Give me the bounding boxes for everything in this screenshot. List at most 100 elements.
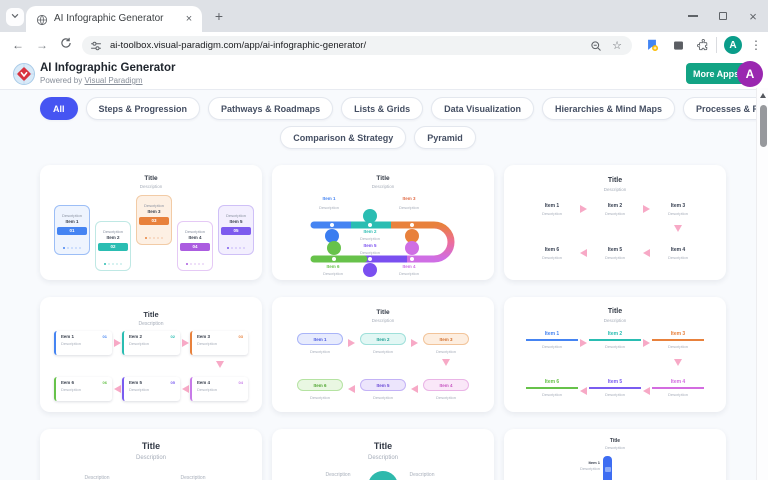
item-desc: Description bbox=[353, 395, 413, 400]
forward-button[interactable]: → bbox=[32, 35, 52, 55]
snake-mini-card: Item 303Description bbox=[190, 331, 248, 355]
item-desc: Description bbox=[564, 466, 600, 471]
item-desc: Description bbox=[290, 349, 350, 354]
station-label: Item 1 bbox=[55, 219, 89, 224]
snake-item: Item 2Description bbox=[353, 333, 413, 354]
window-minimize-button[interactable] bbox=[681, 4, 705, 28]
template-card-pill-snake[interactable]: Title Description Item 1Description Item… bbox=[272, 297, 494, 412]
tab-close-icon[interactable]: × bbox=[182, 12, 196, 26]
template-card-clipped-left[interactable]: Title Description Description Descriptio… bbox=[40, 429, 262, 480]
snake-item: Item 4Description bbox=[648, 379, 708, 397]
item-underline bbox=[589, 387, 641, 389]
template-card-zigzag-timeline[interactable]: Title Description Description Item 1 01 … bbox=[40, 165, 262, 280]
browser-toolbar: ← → ai-toolbox.visual-paradigm.com/app/a… bbox=[0, 32, 768, 58]
filter-all[interactable]: All bbox=[40, 97, 78, 120]
browser-tab-active[interactable]: AI Infographic Generator × bbox=[26, 6, 202, 32]
item-pill: Item 4 bbox=[423, 379, 469, 391]
station-number: 01 bbox=[57, 227, 87, 235]
item-desc: Description bbox=[522, 344, 582, 349]
filter-steps-progression[interactable]: Steps & Progression bbox=[86, 97, 201, 120]
template-card-underline-snake[interactable]: Title Description Item 1Description Item… bbox=[504, 297, 726, 412]
item-label: Item 2 bbox=[585, 203, 645, 209]
snake-item: Item 3Description bbox=[416, 333, 476, 354]
window-maximize-button[interactable] bbox=[711, 4, 735, 28]
card-description: Description bbox=[40, 455, 262, 461]
app-header: AI Infographic Generator Powered by Visu… bbox=[0, 58, 768, 90]
url-text: ai-toolbox.visual-paradigm.com/app/ai-in… bbox=[110, 40, 366, 51]
card-title: Title bbox=[504, 438, 726, 444]
browser-menu-icon[interactable]: ⋮ bbox=[747, 35, 765, 55]
site-settings-icon[interactable] bbox=[90, 40, 102, 52]
item-desc: Description bbox=[56, 339, 112, 346]
item-label: Item 6 bbox=[522, 379, 582, 385]
station-label: Item 4 bbox=[178, 235, 212, 240]
filter-lists-grids[interactable]: Lists & Grids bbox=[341, 97, 423, 120]
card-description: Description bbox=[40, 321, 262, 327]
scrollbar-thumb[interactable] bbox=[760, 105, 767, 147]
zoom-out-icon[interactable] bbox=[590, 40, 602, 52]
visual-paradigm-logo bbox=[12, 62, 36, 91]
item-label: Item 5 bbox=[129, 380, 142, 385]
snake-item: Item 1Description bbox=[522, 203, 582, 216]
item-desc: Description bbox=[585, 344, 645, 349]
filter-row-2: Comparison & Strategy Pyramid bbox=[0, 126, 756, 149]
item-underline bbox=[526, 339, 578, 341]
bar-badge bbox=[605, 467, 611, 472]
new-tab-button[interactable]: + bbox=[210, 7, 228, 25]
dark-extension-icon[interactable] bbox=[668, 35, 688, 55]
tab-search-chevron-button[interactable] bbox=[6, 8, 24, 26]
card-description: Description bbox=[40, 184, 262, 189]
card-description: Description bbox=[504, 318, 726, 323]
station-number: 03 bbox=[139, 217, 169, 225]
item-desc: Description bbox=[648, 344, 708, 349]
template-card-card-snake[interactable]: Title Description Item 101Description It… bbox=[40, 297, 262, 412]
station-number: 04 bbox=[180, 243, 210, 251]
item-pill: Item 5 bbox=[360, 379, 406, 391]
item-desc: Description bbox=[416, 395, 476, 400]
snake-item: Item 3Description bbox=[648, 331, 708, 349]
bookmark-star-icon[interactable]: ☆ bbox=[612, 39, 622, 52]
item-label: Item 1 bbox=[564, 460, 600, 465]
bookmark-colored-extension-icon[interactable] bbox=[642, 35, 662, 55]
extensions-puzzle-icon[interactable] bbox=[693, 35, 713, 55]
filter-comparison-strategy[interactable]: Comparison & Strategy bbox=[280, 126, 406, 149]
arrow-left-icon bbox=[182, 385, 189, 393]
browser-profile-avatar[interactable]: A bbox=[724, 36, 742, 54]
item-label: Item 3 bbox=[648, 203, 708, 209]
roadmap-item-desc: Description bbox=[360, 236, 380, 241]
item-label: Item 5 bbox=[585, 247, 645, 253]
user-avatar[interactable]: A bbox=[737, 61, 763, 87]
template-card-clipped-right[interactable]: Title Description Item 1 Description bbox=[504, 429, 726, 480]
window-close-button[interactable]: × bbox=[741, 4, 765, 28]
reload-button[interactable] bbox=[56, 35, 76, 55]
template-card-clipped-center[interactable]: Title Description Description Descriptio… bbox=[272, 429, 494, 480]
item-desc: Description bbox=[397, 472, 447, 478]
timeline-station: Description Item 1 01 bbox=[54, 205, 90, 255]
template-card-text-snake[interactable]: Title Description Item 1Description Item… bbox=[504, 165, 726, 280]
card-description: Description bbox=[272, 455, 494, 461]
station-dots bbox=[96, 263, 130, 266]
roadmap-item-desc: Description bbox=[399, 271, 419, 276]
item-underline bbox=[589, 339, 641, 341]
item-desc: Description bbox=[192, 385, 248, 392]
item-desc: Description bbox=[353, 349, 413, 354]
back-button[interactable]: ← bbox=[8, 35, 28, 55]
snake-item: Item 6Description bbox=[522, 247, 582, 260]
page-scrollbar[interactable] bbox=[756, 88, 768, 480]
item-desc: Description bbox=[648, 211, 708, 216]
visual-paradigm-link[interactable]: Visual Paradigm bbox=[84, 76, 142, 85]
filter-data-visualization[interactable]: Data Visualization bbox=[431, 97, 534, 120]
template-card-u-turn-roadmap[interactable]: Title Description Item 1 Description Ite… bbox=[272, 165, 494, 280]
filter-hierarchies-mind-maps[interactable]: Hierarchies & Mind Maps bbox=[542, 97, 675, 120]
scroll-up-arrow-icon[interactable] bbox=[760, 93, 766, 98]
powered-by: Powered by Visual Paradigm bbox=[40, 76, 143, 85]
filter-pathways-roadmaps[interactable]: Pathways & Roadmaps bbox=[208, 97, 333, 120]
url-bar[interactable]: ai-toolbox.visual-paradigm.com/app/ai-in… bbox=[82, 36, 632, 55]
snake-item: Item 6Description bbox=[290, 379, 350, 400]
item-underline bbox=[526, 387, 578, 389]
main-content: All Steps & Progression Pathways & Roadm… bbox=[0, 90, 768, 480]
filter-pyramid[interactable]: Pyramid bbox=[414, 126, 476, 149]
item-label: Item 2 bbox=[129, 334, 142, 339]
snake-item: Item 1Description bbox=[522, 331, 582, 349]
arrow-down-icon bbox=[442, 359, 450, 366]
